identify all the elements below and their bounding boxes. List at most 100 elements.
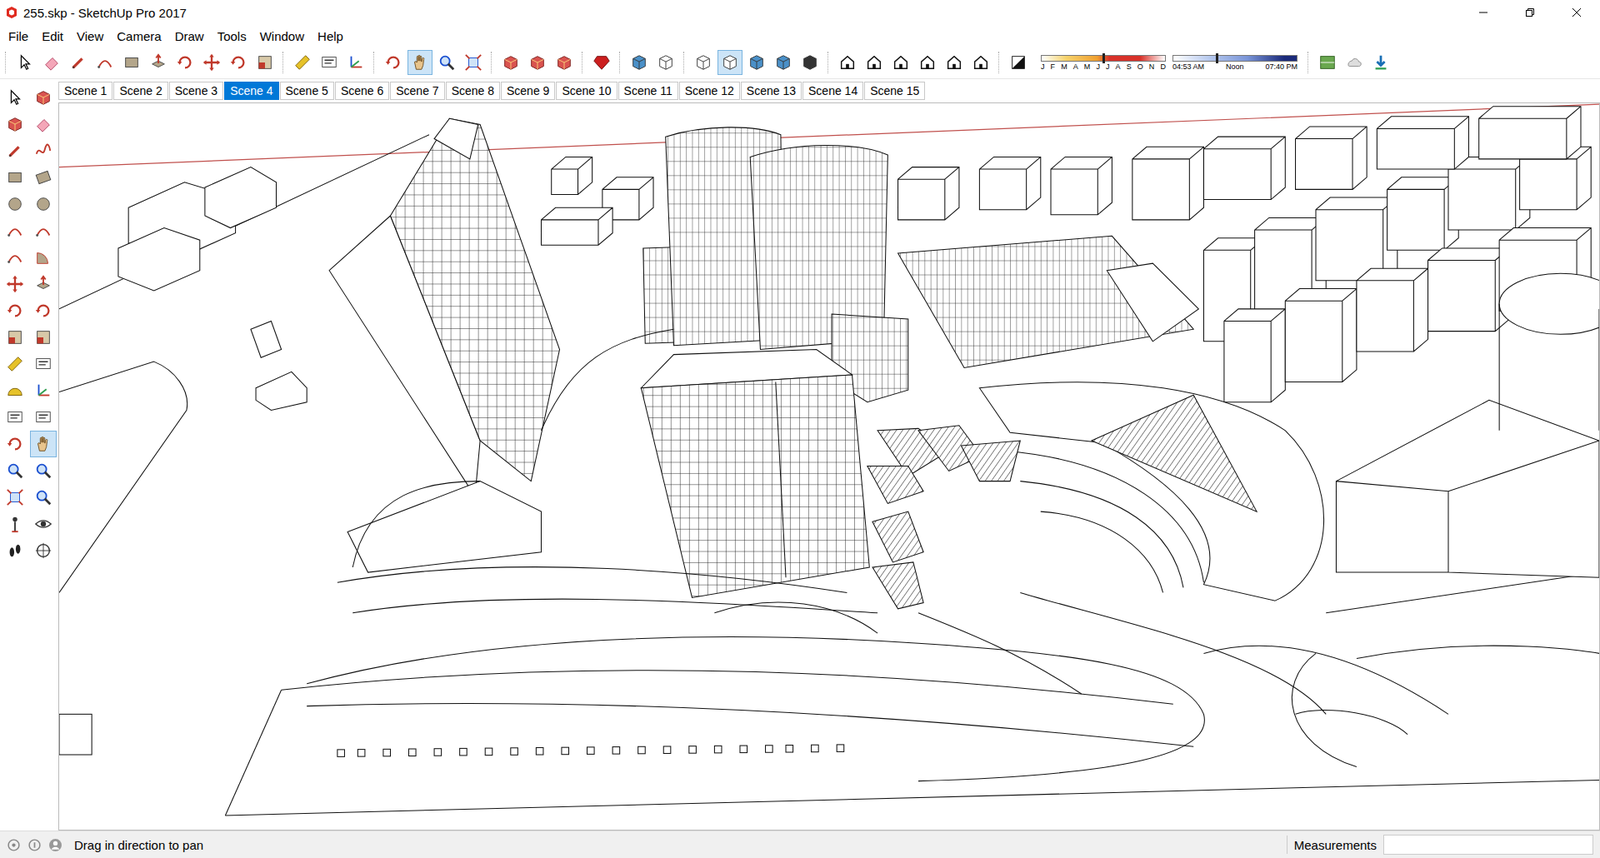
time-thumb[interactable] [1215,53,1219,64]
scene-tab[interactable]: Scene 13 [740,81,802,100]
tool-button[interactable] [1,270,29,298]
toolbar-button[interactable] [915,50,940,75]
toolbar-button[interactable] [316,50,342,75]
tool-button[interactable] [30,110,57,138]
toolbar-button[interactable] [434,50,460,75]
tool-button[interactable] [30,430,57,458]
toolbar-button[interactable] [92,50,118,75]
toolbar-button[interactable] [797,50,823,75]
tool-button[interactable] [1,537,29,565]
scene-tab[interactable]: Scene 8 [445,81,500,100]
toolbar-button[interactable] [380,50,406,75]
toolbar-button[interactable] [1005,50,1031,75]
tool-button[interactable] [1,217,29,245]
tool-button[interactable] [30,377,57,405]
menu-item[interactable]: View [70,27,110,45]
time-slider[interactable]: 04:53 AMNoon07:40 PM [1172,55,1298,71]
restore-button[interactable] [1506,0,1554,25]
tool-button[interactable] [30,510,57,538]
toolbar-grip[interactable] [827,51,831,74]
menu-item[interactable]: File [1,27,35,45]
toolbar-button[interactable] [690,50,716,75]
tool-button[interactable] [30,404,57,431]
tool-button[interactable] [30,537,57,565]
tool-button[interactable] [30,457,57,485]
toolbar-button[interactable] [39,50,65,75]
tool-button[interactable] [30,244,57,271]
toolbar-button[interactable] [525,50,550,75]
tool-button[interactable] [30,270,57,298]
toolbar-button[interactable] [343,50,369,75]
tool-button[interactable] [1,430,29,458]
scene-tab[interactable]: Scene 1 [58,81,113,100]
toolbar-button[interactable] [199,50,225,75]
toolbar-grip[interactable] [282,51,286,74]
close-button[interactable] [1553,0,1600,25]
toolbar-grip[interactable] [490,51,495,74]
toolbar-grip[interactable] [619,51,623,74]
toolbar-button[interactable] [65,50,91,75]
toolbar-button[interactable] [1315,50,1340,75]
menu-item[interactable]: Camera [110,27,168,45]
model-drawing[interactable] [59,103,1600,830]
toolbar-grip[interactable] [683,51,687,74]
scene-tab[interactable]: Scene 6 [335,81,390,100]
tool-button[interactable] [1,244,29,271]
month-thumb[interactable] [1102,53,1105,64]
toolbar-grip[interactable] [373,51,377,74]
toolbar-button[interactable] [941,50,967,75]
scene-tab[interactable]: Scene 5 [280,81,335,100]
scene-tab[interactable]: Scene 4 [224,81,279,100]
toolbar-button[interactable] [252,50,278,75]
scene-tab[interactable]: Scene 3 [169,81,224,100]
menu-item[interactable]: Draw [168,27,211,45]
tool-button[interactable] [30,484,57,511]
month-slider[interactable]: JFMAMJJASOND [1040,55,1166,71]
tool-button[interactable] [1,137,29,165]
geolocation-icon[interactable] [6,838,21,853]
tool-button[interactable] [1,324,29,351]
toolbar-grip[interactable] [581,51,585,74]
toolbar-grip[interactable] [5,51,9,74]
credits-icon[interactable] [27,838,42,853]
toolbar-button[interactable] [835,50,860,75]
measurements-field[interactable] [1383,835,1594,855]
tool-button[interactable] [1,84,29,111]
toolbar-button[interactable] [119,50,145,75]
tool-button[interactable] [30,137,57,165]
toolbar-button[interactable] [498,50,524,75]
toolbar-button[interactable] [551,50,577,75]
toolbar-button[interactable] [225,50,251,75]
tool-button[interactable] [1,350,29,378]
toolbar-grip[interactable] [1307,51,1311,74]
toolbar-button[interactable] [172,50,198,75]
toolbar-button[interactable] [145,50,171,75]
toolbar-button[interactable] [589,50,615,75]
toolbar-button[interactable] [717,50,743,75]
scene-tab[interactable]: Scene 12 [679,81,740,100]
scene-tab[interactable]: Scene 2 [113,81,168,100]
tool-button[interactable] [30,324,57,351]
scene-tab[interactable]: Scene 9 [500,81,555,100]
menu-item[interactable]: Window [253,27,311,45]
toolbar-grip[interactable] [998,51,1002,74]
tool-button[interactable] [1,457,29,485]
toolbar-button[interactable] [968,50,994,75]
tool-button[interactable] [1,297,29,325]
tool-button[interactable] [30,84,57,111]
tool-button[interactable] [1,510,29,538]
toolbar-button[interactable] [653,50,679,75]
scene-tab[interactable]: Scene 15 [864,81,925,100]
menu-item[interactable]: Tools [210,27,254,45]
toolbar-button[interactable] [407,50,433,75]
tool-button[interactable] [30,350,57,378]
toolbar-button[interactable] [744,50,770,75]
toolbar-button[interactable] [12,50,38,75]
toolbar-button[interactable] [861,50,887,75]
toolbar-button[interactable] [290,50,315,75]
toolbar-button[interactable] [888,50,914,75]
tool-button[interactable] [1,377,29,405]
tool-button[interactable] [1,404,29,431]
tool-button[interactable] [1,110,29,138]
model-viewport[interactable] [58,102,1600,831]
